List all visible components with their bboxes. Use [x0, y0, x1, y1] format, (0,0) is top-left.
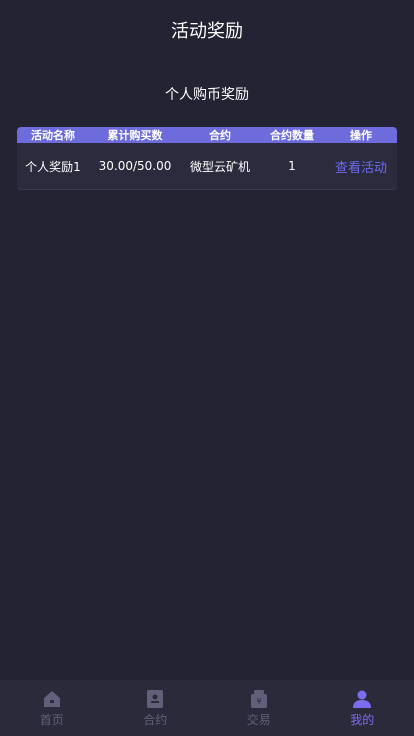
home-icon	[43, 690, 60, 707]
page-header: 活动奖励	[0, 0, 414, 60]
tab-home-label: 首页	[39, 712, 64, 727]
reward-table: 活动名称 累计购买数 合约 合约数量 操作 个人奖励1 30.00/50.00 …	[17, 127, 397, 189]
tab-trade-label: 交易	[246, 712, 271, 727]
table-header: 活动名称 累计购买数 合约 合约数量 操作	[17, 127, 397, 143]
trade-icon: ¥	[250, 689, 267, 708]
cell-contract: 微型云矿机	[189, 159, 250, 174]
tab-profile[interactable]: 我的	[311, 680, 414, 736]
view-activity-link[interactable]: 查看活动	[335, 161, 387, 176]
column-header-contract: 合约	[209, 129, 231, 142]
tab-profile-label: 我的	[350, 712, 375, 727]
table-row: 个人奖励1 30.00/50.00 微型云矿机 1 查看活动	[17, 143, 397, 189]
column-header-name: 活动名称	[31, 129, 75, 142]
cell-name: 个人奖励1	[25, 159, 81, 174]
contract-icon	[147, 689, 164, 708]
cell-progress: 30.00/50.00	[98, 159, 172, 173]
cell-quantity: 1	[288, 159, 296, 173]
profile-icon	[353, 690, 372, 708]
tab-trade[interactable]: ¥ 交易	[207, 680, 311, 736]
column-header-quantity: 合约数量	[270, 129, 314, 142]
page-title: 活动奖励	[171, 21, 243, 42]
bottom-tab-bar: 首页 合约 ¥ 交易 我的	[0, 680, 414, 736]
tab-contract[interactable]: 合约	[104, 680, 208, 736]
tab-contract-label: 合约	[143, 712, 168, 727]
column-header-action: 操作	[350, 129, 372, 142]
svg-text:¥: ¥	[256, 697, 261, 706]
column-header-progress: 累计购买数	[107, 129, 163, 142]
tab-home[interactable]: 首页	[0, 680, 104, 736]
section-title: 个人购币奖励	[165, 87, 249, 103]
